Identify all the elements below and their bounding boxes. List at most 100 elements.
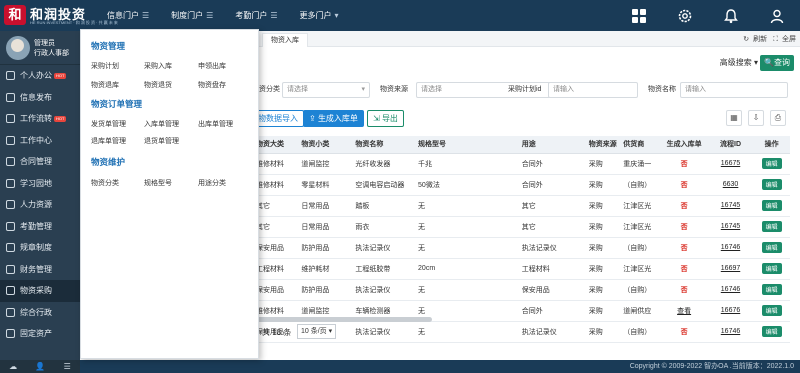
edit-button[interactable]: 编辑: [761, 242, 782, 253]
refresh-button[interactable]: ↻ 刷新: [743, 36, 767, 43]
menu-link-requisition-outbound[interactable]: 申领出库: [198, 61, 226, 71]
notification-bell-icon[interactable]: [708, 0, 754, 31]
refresh-label: 刷新: [753, 36, 768, 43]
col-header-flow-id[interactable]: 流程ID: [707, 136, 754, 154]
col-header-supplier[interactable]: 供货商: [619, 136, 661, 154]
table-row[interactable]: 保安用品 防护用品 执法记录仪 无 执法记录仪 采购 （自购） 否 16746 编辑: [252, 237, 790, 259]
column-view-icon[interactable]: ▦: [726, 110, 742, 126]
table-row[interactable]: 保安用品 防护用品 执法记录仪 无 保安用品 采购 （自购） 否 16746 编辑: [252, 279, 790, 301]
edit-button[interactable]: 编辑: [761, 179, 782, 190]
menu-link-material-category[interactable]: 物资分类: [91, 178, 119, 188]
sidebar-item-label: 工作流转: [20, 114, 52, 123]
menu-list-icon[interactable]: ☰: [64, 362, 71, 371]
settings-gear-icon[interactable]: [662, 0, 708, 31]
cell-text: 江津区光: [623, 223, 652, 231]
menu-link-usage-category[interactable]: 用途分类: [198, 178, 226, 188]
sidebar-item-finance[interactable]: 财务管理: [0, 259, 80, 281]
nav-attendance-portal[interactable]: 考勤门户 ☰: [224, 0, 288, 31]
table-row[interactable]: 维修材料 道闸监控 光纤收发器 千兆 合同外 采购 重庆涌一 否 16675 编辑: [252, 153, 790, 175]
plan-id-input[interactable]: 请输入: [548, 82, 638, 98]
edit-button[interactable]: 编辑: [761, 284, 782, 295]
col-header-subcategory[interactable]: 物资小类: [297, 136, 352, 154]
export-button[interactable]: ⇲ 导出: [367, 110, 404, 127]
cell-text: 保安用品: [521, 286, 550, 294]
cell-generate: 否: [660, 153, 708, 175]
flow-id-link[interactable]: 16676: [721, 307, 740, 314]
apps-grid-icon[interactable]: [616, 0, 662, 31]
menu-link-material-return[interactable]: 物资退库: [91, 80, 119, 90]
material-table: 物资大类 物资小类 物资名称 规格型号 用途 物资来源 供货商 生成入库单 流程…: [252, 136, 790, 343]
menu-link-inbound-orders[interactable]: 入库单管理: [144, 119, 179, 129]
edit-button[interactable]: 编辑: [761, 263, 782, 274]
edit-button[interactable]: 编辑: [761, 200, 782, 211]
sidebar-item-workflow[interactable]: 工作流转 HOT: [0, 108, 80, 130]
page-size-select[interactable]: 10 条/页 ▾: [297, 324, 337, 339]
user-profile-icon[interactable]: [754, 0, 800, 31]
col-header-usage[interactable]: 用途: [517, 136, 585, 154]
company-logo[interactable]: 和 和润投资 HE RUN INVESTMENT · 和 润 投 资 · 共 赢…: [4, 3, 118, 28]
nav-rules-portal[interactable]: 制度门户 ☰: [160, 0, 224, 31]
table-row[interactable]: 其它 日常用品 雨衣无其它 采购 江津区光否 16745 编辑: [252, 216, 790, 238]
sidebar-item-hr[interactable]: 人力资源: [0, 194, 80, 216]
flow-id-link[interactable]: 16745: [721, 223, 740, 230]
sidebar-item-contracts[interactable]: 合同管理: [0, 151, 80, 173]
menu-link-shipping-orders[interactable]: 发货单管理: [91, 119, 126, 129]
edit-button[interactable]: 编辑: [761, 305, 782, 316]
person-icon[interactable]: 👤: [35, 362, 45, 371]
cell-actions: 编辑: [753, 195, 790, 217]
edit-button[interactable]: 编辑: [761, 158, 782, 169]
menu-link-return-orders[interactable]: 退库单管理: [91, 136, 126, 146]
col-header-generate[interactable]: 生成入库单: [660, 136, 708, 154]
sidebar-item-attendance[interactable]: 考勤管理: [0, 216, 80, 238]
material-name-placeholder: 请输入: [685, 86, 706, 93]
flow-id-link[interactable]: 16746: [721, 286, 740, 293]
sidebar-item-admin[interactable]: 综合行政: [0, 302, 80, 324]
cell-text: 工程纸胶带: [355, 265, 391, 273]
print-icon[interactable]: ⎙: [770, 110, 786, 126]
query-button[interactable]: 🔍查询: [760, 55, 794, 71]
sidebar-item-learning[interactable]: 学习园地: [0, 173, 80, 195]
download-icon[interactable]: ⇩: [748, 110, 764, 126]
flow-id-link[interactable]: 6630: [723, 181, 739, 188]
advanced-search-toggle[interactable]: 高级搜索 ▾: [720, 57, 758, 68]
menu-link-purchase-inbound[interactable]: 采购入库: [144, 61, 172, 71]
import-button[interactable]: 物数据导入: [252, 110, 304, 127]
flow-id-link[interactable]: 16697: [721, 265, 740, 272]
nav-more-portal[interactable]: 更多门户 ▾: [289, 0, 350, 31]
menu-link-material-refund[interactable]: 物资退货: [144, 80, 172, 90]
sidebar-item-info-publish[interactable]: 信息发布: [0, 87, 80, 109]
cell-generate: 否: [660, 216, 708, 238]
col-header-name[interactable]: 物资名称: [351, 136, 415, 154]
generate-status[interactable]: 查看: [677, 308, 691, 315]
nav-info-portal[interactable]: 信息门户 ☰: [96, 0, 160, 31]
generate-inbound-button[interactable]: ⇪ 生成入库单: [303, 110, 364, 127]
col-header-source[interactable]: 物资来源: [584, 136, 620, 154]
edit-button[interactable]: 编辑: [761, 221, 782, 232]
category-select[interactable]: 请选择 ▾: [282, 82, 370, 98]
menu-link-outbound-orders[interactable]: 出库单管理: [198, 119, 233, 129]
material-name-input[interactable]: 请输入: [680, 82, 788, 98]
flow-id-link[interactable]: 16746: [721, 244, 740, 251]
tab-material-inbound[interactable]: 物资入库: [262, 33, 308, 47]
sidebar-item-work-center[interactable]: 工作中心: [0, 130, 80, 152]
sidebar-item-personal-office[interactable]: 个人办公 HOT: [0, 65, 80, 87]
flow-id-link[interactable]: 16745: [721, 202, 740, 209]
cell-supplier: （自购）: [619, 237, 661, 259]
menu-link-refund-orders[interactable]: 退货单管理: [144, 136, 179, 146]
menu-link-inventory-check[interactable]: 物资盘存: [198, 80, 226, 90]
flow-id-link[interactable]: 16675: [721, 160, 740, 167]
col-header-spec[interactable]: 规格型号: [414, 136, 518, 154]
fullscreen-button[interactable]: ⛶ 全屏: [773, 36, 796, 43]
table-row[interactable]: 工程材料 维护耗材 工程纸胶带 20cm 工程材料 采购 江津区光 否 16697 编辑: [252, 258, 790, 280]
sidebar-item-fixed-assets[interactable]: 固定资产: [0, 323, 80, 345]
table-row[interactable]: 其它 日常用品 踏板无其它 采购 江津区光否 16745 编辑: [252, 195, 790, 217]
table-row[interactable]: 维修材料 零星材料 空调电容启动器 50微法 合同外 采购 （自购） 否 6630 编辑: [252, 174, 790, 196]
sidebar-item-procurement[interactable]: 物资采购: [0, 280, 80, 302]
people-icon: [6, 200, 15, 210]
menu-link-purchase-plan[interactable]: 采购计划: [91, 61, 119, 71]
rules-icon: [6, 243, 15, 253]
menu-link-spec-model[interactable]: 规格型号: [144, 178, 172, 188]
user-panel[interactable]: 管理员 行政人事部: [0, 31, 80, 65]
sidebar-item-regulations[interactable]: 规章制度: [0, 237, 80, 259]
cloud-upload-icon[interactable]: ☁: [9, 362, 17, 371]
